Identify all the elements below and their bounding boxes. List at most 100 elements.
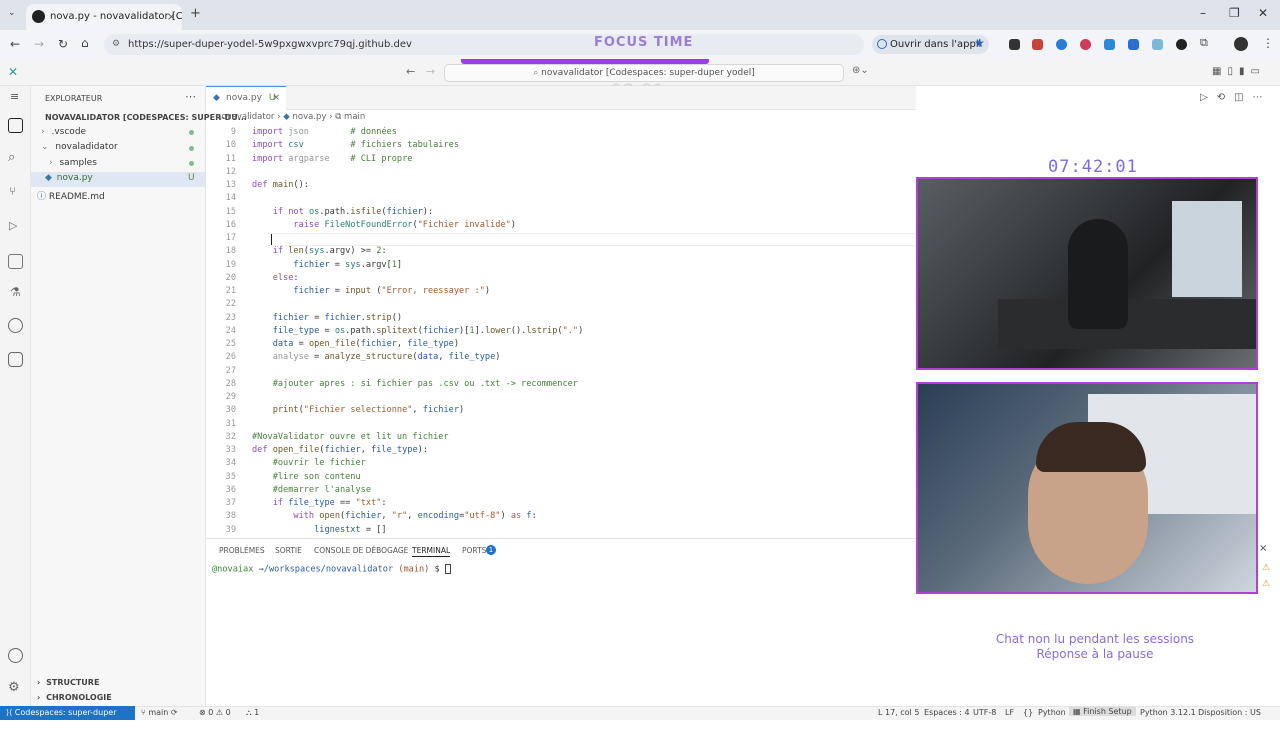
extension-draw-icon[interactable] — [1128, 39, 1139, 50]
cursor-position[interactable]: L 17, col 5 — [878, 708, 919, 717]
run-python-icon[interactable]: ▷⟲◫⋯ — [1200, 92, 1272, 103]
back-icon[interactable]: ← — [10, 37, 20, 51]
testing-icon[interactable]: ⚗ — [10, 285, 21, 299]
new-tab-button[interactable]: + — [190, 6, 201, 21]
code-line: #lire son contenu — [272, 471, 361, 482]
code-line: def open_file(fichier, file_type): — [252, 445, 428, 455]
explorer-icon[interactable] — [8, 118, 23, 133]
tab-list-chevron-icon[interactable]: ⌄ — [8, 8, 16, 18]
copilot-icon[interactable]: ⊛⌄ — [852, 65, 869, 76]
home-icon[interactable]: ⌂ — [81, 36, 89, 50]
python-interpreter[interactable]: Python 3.12.1 — [1140, 708, 1196, 717]
reload-icon[interactable]: ↻ — [58, 37, 68, 51]
language-braces[interactable]: {} — [1023, 708, 1033, 717]
layout-icons[interactable]: ▦▯▮▭ — [1212, 66, 1266, 77]
extensions-puzzle-icon[interactable]: ⧉ — [1200, 36, 1208, 50]
breadcrumb-folder[interactable]: novavalidator — [216, 112, 274, 122]
keyboard-layout[interactable]: Disposition : US — [1198, 708, 1261, 717]
extensions-icon[interactable] — [8, 254, 23, 269]
tree-item-label: .vscode — [51, 127, 87, 137]
editor-tab-nova-py[interactable]: ◆ nova.py U × — [206, 86, 286, 110]
account-icon[interactable] — [8, 648, 23, 663]
encoding[interactable]: UTF-8 — [973, 708, 996, 717]
remote-indicator[interactable]: ⟩⟨ Codespaces: super-duper yodel — [0, 706, 135, 731]
panel-close-icon[interactable]: × — [1259, 543, 1267, 554]
close-window-button[interactable]: ✕ — [1258, 6, 1268, 20]
ports-indicator[interactable]: ⛬ 1 — [246, 708, 259, 718]
sync-icon: ⟳ — [170, 708, 178, 717]
line-ending[interactable]: LF — [1005, 708, 1014, 717]
extension-blue-icon[interactable] — [1056, 39, 1067, 50]
minimize-button[interactable]: – — [1200, 6, 1206, 20]
browser-tab-nova[interactable]: nova.py - novavalidator [Codespaces × — [26, 4, 182, 30]
browser-menu-icon[interactable]: ⋮ — [1262, 36, 1274, 50]
tree-item-label: README.md — [48, 192, 105, 202]
finish-setup-button[interactable]: ▦ Finish Setup — [1069, 707, 1136, 716]
tree-item-readme[interactable]: ⓘ README.md — [37, 189, 187, 202]
code-line: fichier = fichier.strip() — [272, 312, 403, 323]
problems-indicator[interactable]: ⊗ 0 ⚠ 0 — [199, 708, 231, 717]
explorer-sidebar: EXPLORATEUR ⋯ NOVAVALIDATOR [CODESPACES:… — [31, 86, 247, 706]
tree-item-nova-py[interactable]: ◆ nova.py — [45, 173, 195, 183]
address-bar[interactable]: ⚙ https://super-duper-yodel-5w9pxgwxvprc… — [104, 34, 864, 55]
room-camera-feed — [916, 177, 1258, 370]
github-icon[interactable] — [8, 318, 23, 333]
setup-icon: ▦ — [1073, 707, 1084, 716]
branch-indicator[interactable]: ⑂ main ⟳ — [141, 708, 178, 717]
desk-shape — [998, 299, 1256, 349]
explorer-more-icon[interactable]: ⋯ — [185, 90, 196, 103]
python-icon[interactable] — [8, 352, 23, 367]
tab-debug-console[interactable]: CONSOLE DE DÉBOGAGE — [314, 546, 408, 555]
open-in-app-button[interactable]: Ouvrir dans l'appli — [872, 35, 990, 54]
extension-red-icon[interactable] — [1032, 39, 1043, 50]
code-line: if len(sys.argv) >= 2: — [272, 246, 387, 257]
breadcrumb-symbol[interactable]: main — [344, 112, 365, 122]
bookmark-star-icon[interactable]: ★ — [974, 36, 985, 50]
extension-grid-icon[interactable] — [1152, 39, 1163, 50]
timeline-section[interactable]: › CHRONOLOGIE — [37, 693, 112, 702]
tab-close-button[interactable]: × — [167, 4, 176, 30]
tab-ports[interactable]: PORTS — [462, 546, 486, 555]
tree-item-novaladidator[interactable]: ⌄ novaladidator — [41, 142, 201, 152]
git-status-dot — [189, 130, 194, 135]
source-control-icon[interactable]: ⑂ — [9, 184, 16, 198]
code-editor[interactable]: 9 import json # données 10 import csv # fic… — [206, 126, 916, 538]
extension-shield-icon[interactable] — [1009, 39, 1020, 50]
tab-terminal[interactable]: TERMINAL — [412, 546, 451, 557]
extension-github-icon[interactable] — [1176, 39, 1187, 50]
tree-item-label: nova.py — [56, 173, 93, 183]
editor-tab-close-icon[interactable]: × — [272, 87, 280, 109]
search-icon[interactable]: ⌕ — [8, 150, 15, 165]
tab-output[interactable]: SORTIE — [275, 546, 302, 555]
code-line: analyse = analyze_structure(data, file_t… — [272, 352, 501, 363]
terminal-user: @novaiax — [212, 564, 254, 575]
extension-record-icon[interactable] — [1080, 39, 1091, 50]
site-info-icon[interactable]: ⚙ — [112, 34, 120, 55]
restore-button[interactable]: ❐ — [1229, 6, 1240, 20]
forward-icon[interactable]: → — [34, 37, 44, 51]
nav-forward-icon[interactable]: → — [426, 65, 435, 78]
nav-back-icon[interactable]: ← — [406, 65, 415, 78]
manage-gear-icon[interactable]: ⚙ — [8, 680, 20, 695]
avatar[interactable] — [1234, 37, 1248, 51]
terminal-prompt[interactable]: @novaiax →/workspaces/novavalidator (mai… — [212, 564, 451, 575]
address-url: https://super-duper-yodel-5w9pxgwxvprc79… — [128, 39, 412, 50]
language-mode[interactable]: Python — [1038, 708, 1066, 717]
breadcrumb-file[interactable]: nova.py — [292, 112, 326, 122]
git-status-dot — [189, 161, 194, 166]
line-number: 27 — [225, 365, 236, 376]
tab-problems[interactable]: PROBLÈMES — [219, 546, 265, 555]
vscode-logo-icon: ✕ — [8, 65, 19, 79]
run-debug-icon[interactable]: ▷ — [9, 219, 17, 232]
tree-item-vscode[interactable]: › .vscode — [41, 127, 201, 137]
chevron-down-icon: ⌄ — [41, 142, 49, 152]
code-line: import csv # fichiers tabulaires — [252, 140, 459, 151]
tree-item-label: novaladidator — [55, 142, 118, 152]
chevron-right-icon: › — [49, 158, 53, 168]
indentation[interactable]: Espaces : 4 — [924, 708, 970, 717]
tree-item-samples[interactable]: › samples — [49, 158, 199, 168]
structure-section[interactable]: › STRUCTURE — [37, 678, 99, 687]
menu-icon[interactable]: ≡ — [10, 90, 19, 103]
extension-edit-icon[interactable] — [1104, 39, 1115, 50]
untracked-badge: U — [188, 173, 195, 183]
